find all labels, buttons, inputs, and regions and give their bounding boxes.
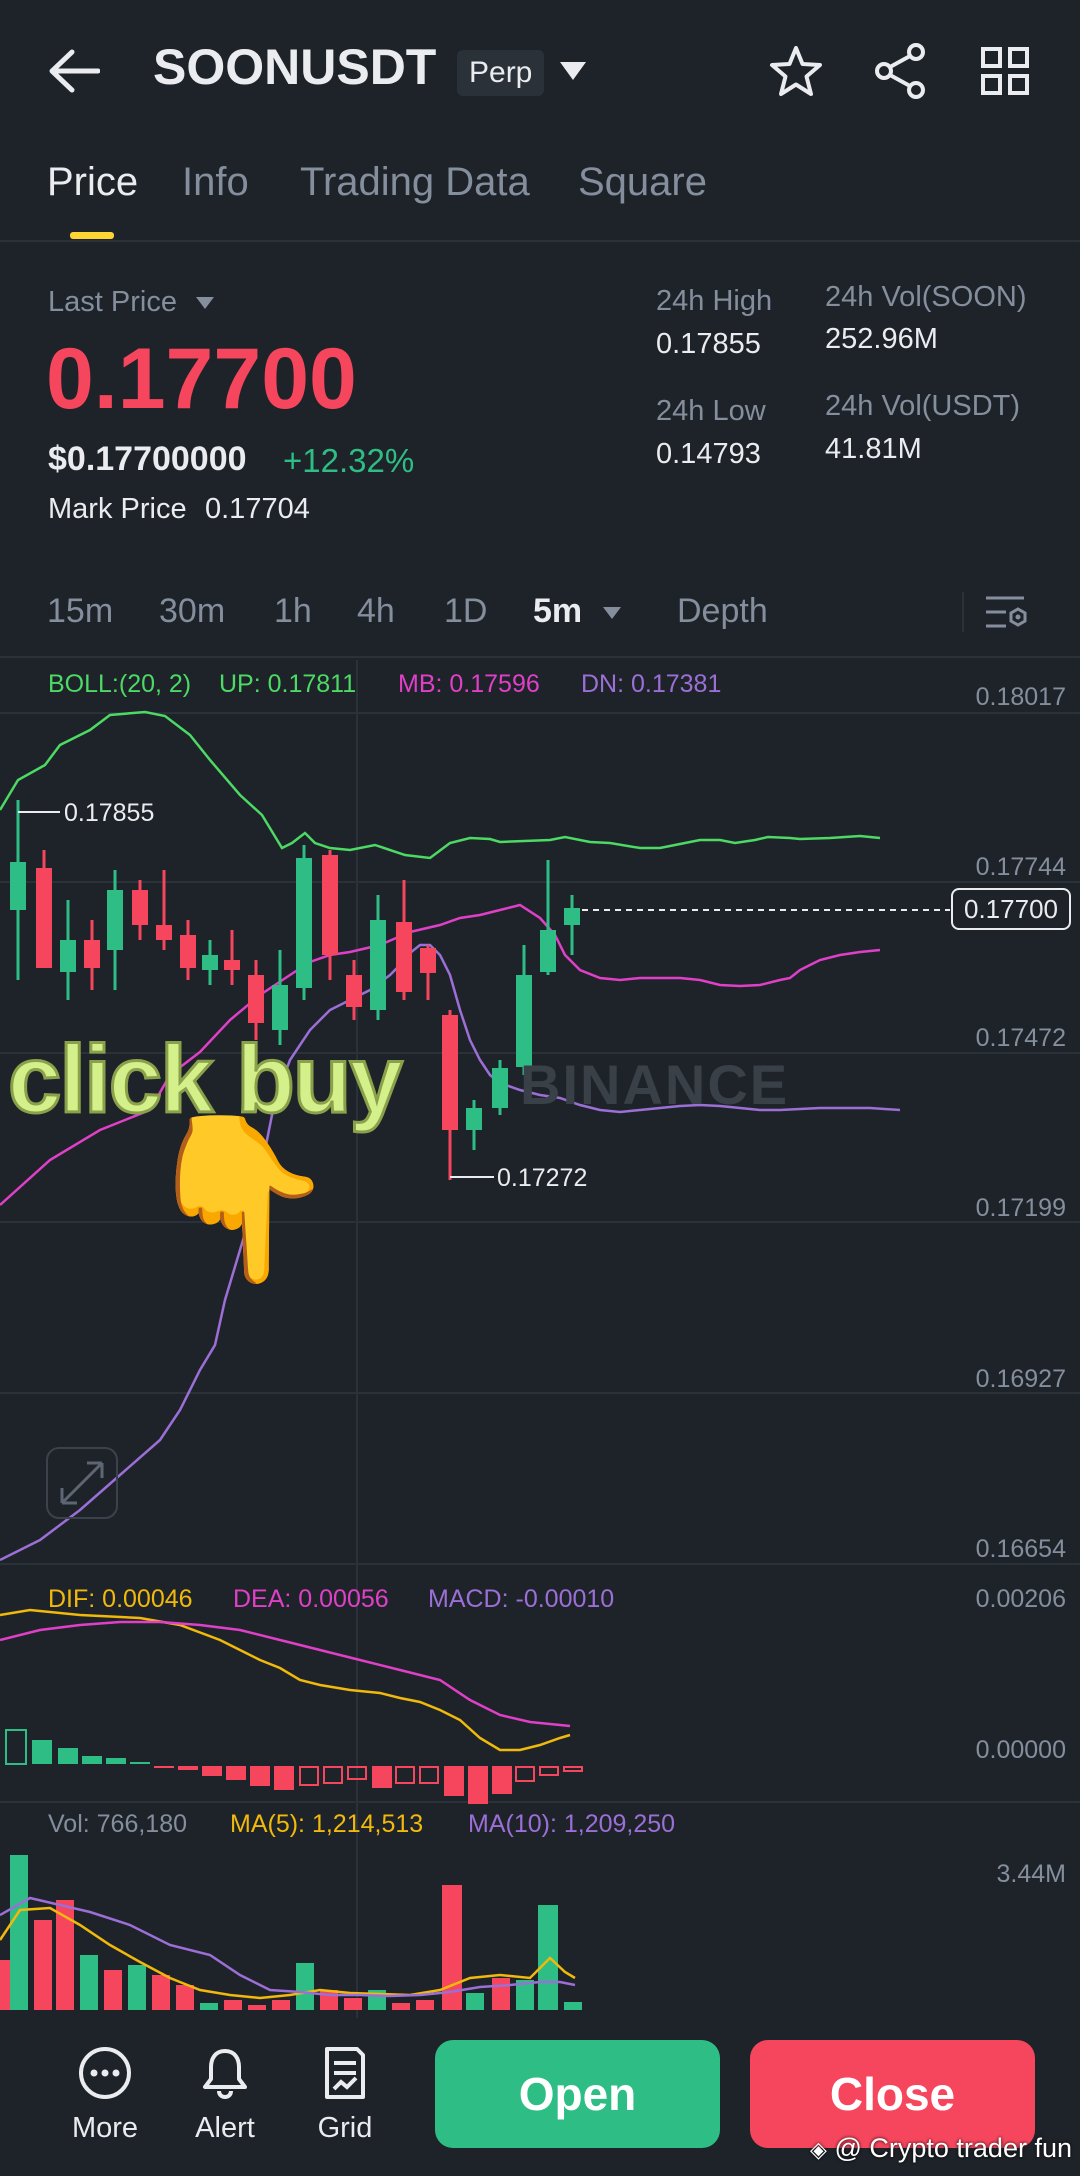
- dif-line: [0, 1608, 571, 1752]
- vol-axis-tick: 3.44M: [996, 1860, 1066, 1888]
- price-change-percent: +12.32%: [283, 442, 415, 479]
- mark-price-value: 0.17704: [205, 493, 310, 525]
- star-icon[interactable]: [768, 44, 824, 100]
- price-axis-tick: 0.17472: [975, 1024, 1066, 1052]
- last-price-label-text: Last Price: [48, 286, 177, 318]
- boll-label: BOLL:(20, 2): [48, 670, 192, 698]
- timeframe-divider: [0, 656, 1080, 658]
- more-icon: [79, 2047, 131, 2099]
- timeframe-30m[interactable]: 30m: [159, 592, 225, 631]
- mark-price-label: Mark Price: [48, 493, 187, 525]
- grid-button[interactable]: Grid: [290, 2045, 400, 2145]
- timeframe-15m[interactable]: 15m: [47, 592, 113, 631]
- macd-value: MACD: -0.00010: [428, 1585, 615, 1613]
- high-24h-label: 24h High: [656, 285, 773, 317]
- current-price-tag: 0.17700: [951, 888, 1071, 930]
- grid-label: Grid: [317, 2112, 373, 2144]
- depth-tab[interactable]: Depth: [677, 592, 768, 631]
- symbol-title[interactable]: SOONUSDT: [153, 38, 436, 96]
- price-axis-tick: 0.18017: [975, 683, 1066, 711]
- timeframe-5m[interactable]: 5m: [533, 592, 622, 631]
- share-icon[interactable]: [872, 42, 928, 100]
- grid-menu-icon[interactable]: [980, 46, 1030, 96]
- bell-icon: [203, 2049, 247, 2100]
- perp-badge: Perp: [457, 50, 545, 96]
- alert-label: Alert: [195, 2112, 255, 2144]
- back-arrow-icon[interactable]: [48, 48, 101, 94]
- vol-ma10-value: MA(10): 1,209,250: [468, 1810, 676, 1838]
- dif-value: DIF: 0.00046: [48, 1585, 193, 1613]
- last-price-value: 0.17700: [46, 331, 357, 427]
- vol-soon-value: 252.96M: [825, 323, 938, 355]
- timeframe-1d[interactable]: 1D: [444, 592, 487, 631]
- price-axis-tick: 0.17744: [975, 853, 1066, 881]
- macd-axis-tick: 0.00000: [975, 1736, 1066, 1764]
- diamond-logo-icon: ◈: [810, 2137, 827, 2162]
- timeframe-1h[interactable]: 1h: [274, 592, 312, 631]
- boll-up-value: UP: 0.17811: [219, 670, 357, 698]
- last-price-label[interactable]: Last Price: [48, 286, 215, 319]
- dea-value: DEA: 0.00056: [233, 1585, 389, 1613]
- binance-logo-watermark: BINANCE: [520, 1053, 789, 1116]
- boll-dn-value: DN: 0.17381: [581, 670, 722, 698]
- more-label: More: [71, 2112, 139, 2144]
- timeframe-5m-label: 5m: [533, 592, 583, 630]
- tab-square[interactable]: Square: [578, 160, 707, 205]
- vol-usdt-value: 41.81M: [825, 433, 922, 465]
- last-price-dropdown-icon: [196, 297, 215, 310]
- usd-price: $0.17700000: [48, 440, 247, 478]
- macd-histogram: [5, 1729, 583, 1804]
- vol-ma5-value: MA(5): 1,214,513: [230, 1810, 424, 1838]
- price-axis-tick: 0.17199: [975, 1194, 1066, 1222]
- tab-trading-data[interactable]: Trading Data: [300, 160, 530, 205]
- price-axis-tick: 0.16654: [975, 1535, 1066, 1563]
- close-button[interactable]: Close: [750, 2040, 1035, 2148]
- vol-usdt-label: 24h Vol(USDT): [825, 390, 1021, 422]
- dea-line: [0, 1620, 571, 1728]
- tab-price[interactable]: Price: [47, 160, 138, 205]
- boll-mb-value: MB: 0.17596: [398, 670, 540, 698]
- pointing-down-hand-icon: 👇: [140, 1108, 340, 1287]
- low-marker-label: 0.17272: [497, 1164, 587, 1192]
- boll-up-line: [0, 710, 881, 860]
- top-header: SOONUSDT Perp: [0, 0, 1080, 145]
- active-tab-indicator: [70, 232, 114, 239]
- timeframe-4h[interactable]: 4h: [357, 592, 395, 631]
- chart-settings-icon[interactable]: [984, 592, 1030, 632]
- alert-button[interactable]: Alert: [170, 2045, 280, 2145]
- low-24h-value: 0.14793: [656, 438, 761, 470]
- volume-value: Vol: 766,180: [48, 1810, 188, 1838]
- price-axis-tick: 0.16927: [975, 1365, 1066, 1393]
- vertical-separator: [962, 592, 964, 632]
- vol-soon-label: 24h Vol(SOON): [825, 281, 1027, 313]
- tab-info[interactable]: Info: [182, 160, 249, 205]
- high-marker-label: 0.17855: [64, 799, 154, 827]
- creator-watermark: ◈ @ Crypto trader fun: [810, 2133, 1072, 2164]
- grid-bot-icon: [325, 2047, 365, 2099]
- more-button[interactable]: More: [50, 2045, 160, 2145]
- tabs-divider: [0, 240, 1080, 242]
- open-button[interactable]: Open: [435, 2040, 720, 2148]
- symbol-dropdown-icon[interactable]: [558, 60, 588, 82]
- timeframe-dropdown-icon: [602, 607, 621, 620]
- low-24h-label: 24h Low: [656, 395, 766, 427]
- creator-watermark-text: @ Crypto trader fun: [834, 2133, 1072, 2163]
- high-24h-value: 0.17855: [656, 328, 761, 360]
- macd-axis-tick: 0.00206: [975, 1585, 1066, 1613]
